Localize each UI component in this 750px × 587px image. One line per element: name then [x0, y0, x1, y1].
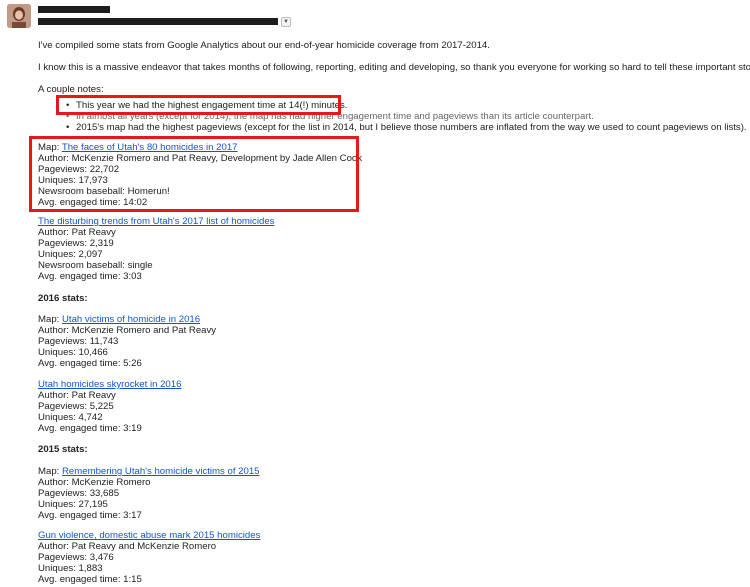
article-2016-link[interactable]: Utah homicides skyrocket in 2016: [38, 379, 181, 390]
highlight-box-note: [56, 95, 341, 115]
article-2016-engaged: Avg. engaged time: 3:19: [38, 423, 142, 434]
map-2015-pageviews: Pageviews: 33,685: [38, 488, 120, 499]
heading-2016: 2016 stats:: [38, 293, 88, 304]
recipients-redacted: [38, 18, 278, 25]
notes-heading: A couple notes:: [38, 84, 104, 95]
map-2015-uniques: Uniques: 27,195: [38, 499, 108, 510]
map-2016-author: Author: McKenzie Romero and Pat Reavy: [38, 325, 217, 336]
article-2017-pageviews: Pageviews: 2,319: [38, 238, 114, 249]
heading-2015: 2015 stats:: [38, 444, 88, 455]
highlight-box-map-2017: [29, 136, 359, 212]
avatar-photo-icon: [7, 4, 31, 28]
map-2016-link[interactable]: Utah victims of homicide in 2016: [62, 314, 200, 325]
intro-text: I've compiled some stats from Google Ana…: [38, 40, 490, 51]
article-2017-author: Author: Pat Reavy: [38, 227, 116, 238]
article-2015-uniques: Uniques: 1,883: [38, 563, 103, 574]
note-item: 2015's map had the highest pageviews (ex…: [66, 122, 747, 133]
map-2016-line: Map: Utah victims of homicide in 2016: [38, 314, 200, 325]
article-2015-pageviews: Pageviews: 3,476: [38, 552, 114, 563]
chevron-down-icon: ▼: [283, 19, 289, 25]
article-2015-engaged: Avg. engaged time: 1:15: [38, 574, 142, 585]
map-2015-link[interactable]: Remembering Utah's homicide victims of 2…: [62, 466, 260, 477]
map-2016-uniques: Uniques: 10,466: [38, 347, 108, 358]
article-2015-link[interactable]: Gun violence, domestic abuse mark 2015 h…: [38, 530, 260, 541]
map-2015-line: Map: Remembering Utah's homicide victims…: [38, 466, 260, 477]
thanks-text: I know this is a massive endeavor that t…: [38, 62, 750, 73]
sender-name-redacted: [38, 6, 110, 13]
article-2016-author: Author: Pat Reavy: [38, 390, 116, 401]
article-2016-pageviews: Pageviews: 5,225: [38, 401, 114, 412]
map-label: Map:: [38, 314, 62, 325]
article-2017-uniques: Uniques: 2,097: [38, 249, 103, 260]
details-dropdown-button[interactable]: ▼: [281, 17, 291, 27]
map-2015-engaged: Avg. engaged time: 3:17: [38, 510, 142, 521]
map-label: Map:: [38, 466, 62, 477]
article-2017-engaged: Avg. engaged time: 3:03: [38, 271, 142, 282]
map-2016-pageviews: Pageviews: 11,743: [38, 336, 119, 347]
article-2016-uniques: Uniques: 4,742: [38, 412, 103, 423]
sender-avatar[interactable]: [7, 4, 31, 28]
article-2017-baseball: Newsroom baseball: single: [38, 260, 153, 271]
map-2015-author: Author: McKenzie Romero: [38, 477, 151, 488]
map-2016-engaged: Avg. engaged time: 5:26: [38, 358, 142, 369]
article-2017-link[interactable]: The disturbing trends from Utah's 2017 l…: [38, 216, 274, 227]
article-2015-author: Author: Pat Reavy and McKenzie Romero: [38, 541, 217, 552]
